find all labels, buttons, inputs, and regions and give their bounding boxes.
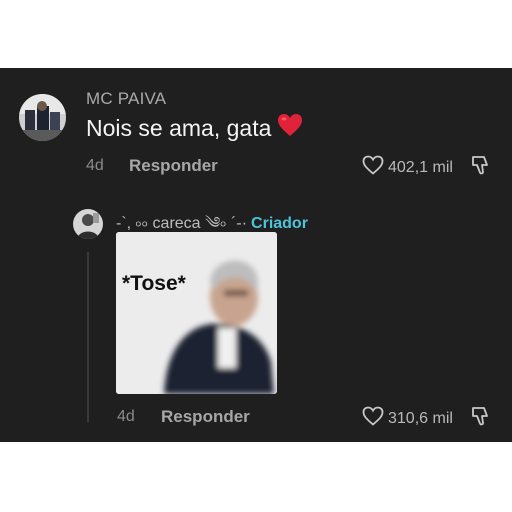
like-control[interactable]: 402,1 mil xyxy=(362,155,453,180)
reply-time: 4d xyxy=(117,408,135,425)
sticker-image[interactable]: *Tose* xyxy=(116,232,277,394)
reply-button[interactable]: Responder xyxy=(129,156,218,176)
reply-avatar[interactable] xyxy=(73,209,103,239)
red-heart-emoji-icon xyxy=(277,113,303,143)
thread-line xyxy=(87,252,89,422)
comment-body: Nois se ama, gata xyxy=(86,115,272,142)
avatar[interactable] xyxy=(19,94,66,141)
heart-outline-icon[interactable] xyxy=(362,155,384,180)
comment-text: Nois se ama, gata xyxy=(86,113,303,145)
reply-like-count: 310,6 mil xyxy=(388,409,453,427)
like-count: 402,1 mil xyxy=(388,158,453,176)
reply-username[interactable]: -`, ৹৹ careca ༄৹ ´-· xyxy=(116,215,247,232)
comment-username[interactable]: MC PAIVA xyxy=(86,89,166,109)
creator-badge: Criador xyxy=(251,215,308,232)
reply-like-control[interactable]: 310,6 mil xyxy=(362,406,453,431)
sticker-caption: *Tose* xyxy=(122,272,186,295)
heart-outline-icon[interactable] xyxy=(362,406,384,431)
comment-time: 4d xyxy=(86,157,104,174)
dislike-icon[interactable] xyxy=(470,154,492,181)
reply-reply-button[interactable]: Responder xyxy=(161,407,250,427)
dislike-icon[interactable] xyxy=(470,405,492,432)
